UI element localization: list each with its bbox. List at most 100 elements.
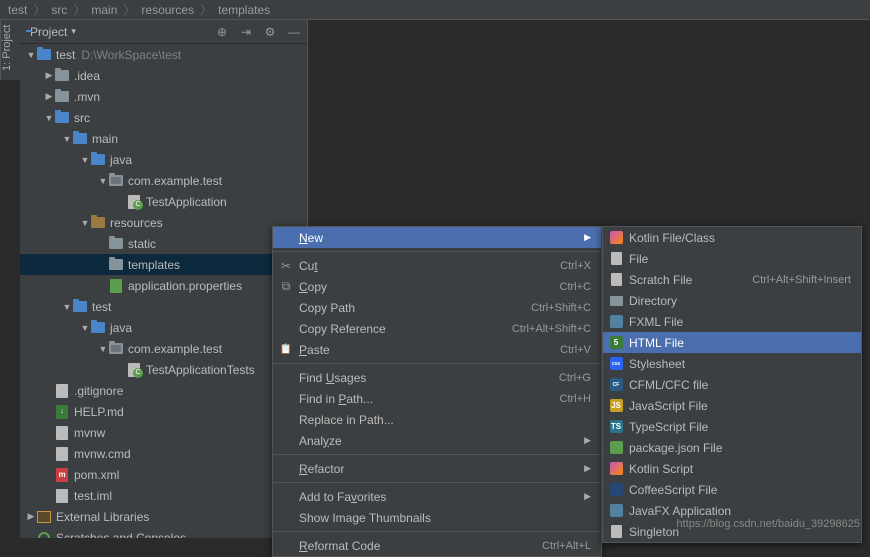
menu-item[interactable]: Kotlin File/Class — [603, 227, 861, 248]
js-icon — [609, 399, 623, 413]
menu-item[interactable]: ⧉CopyCtrl+C — [273, 276, 601, 297]
tree-row[interactable]: TestApplication — [20, 191, 307, 212]
tree-row[interactable]: static — [20, 233, 307, 254]
tree-row[interactable]: ▼resources — [20, 212, 307, 233]
tree-row[interactable]: ▶ .mvn — [20, 86, 307, 107]
file-icon — [609, 252, 623, 266]
disclosure-icon[interactable]: ▶ — [44, 70, 54, 81]
dir-icon — [609, 294, 623, 308]
tree-row[interactable]: ▼com.example.test — [20, 170, 307, 191]
menu-item[interactable]: Copy PathCtrl+Shift+C — [273, 297, 601, 318]
disclosure-icon[interactable]: ▼ — [44, 113, 54, 123]
tree-row[interactable]: application.properties — [20, 275, 307, 296]
tree-row[interactable]: ▼ src — [20, 107, 307, 128]
hide-icon[interactable]: — — [287, 25, 301, 39]
project-tool-tab[interactable]: 1: Project — [0, 20, 20, 80]
tree-row[interactable]: ▶External Libraries — [20, 506, 307, 527]
tree-row[interactable]: ▼java — [20, 317, 307, 338]
tree-row[interactable]: mvnw.cmd — [20, 443, 307, 464]
project-tree[interactable]: ▼testD:\WorkSpace\test▶.idea▶.mvn▼src▼ma… — [20, 44, 307, 538]
menu-item[interactable]: CFML/CFC file — [603, 374, 861, 395]
kotlin-icon — [609, 231, 623, 245]
menu-item[interactable]: Scratch FileCtrl+Alt+Shift+Insert — [603, 269, 861, 290]
menu-item[interactable]: JavaScript File — [603, 395, 861, 416]
tree-label: TestApplicationTests — [146, 363, 255, 377]
menu-item[interactable]: New▶ — [273, 227, 601, 248]
menu-item[interactable]: TypeScript File — [603, 416, 861, 437]
breadcrumb-item[interactable]: main — [91, 3, 117, 17]
menu-item[interactable]: Copy ReferenceCtrl+Alt+Shift+C — [273, 318, 601, 339]
disclosure-icon[interactable]: ▼ — [98, 176, 108, 186]
git-file-icon — [54, 383, 70, 399]
copy-icon: ⧉ — [279, 280, 293, 294]
menu-item[interactable]: Directory — [603, 290, 861, 311]
tree-row[interactable]: ▼testD:\WorkSpace\test — [20, 44, 307, 65]
tree-row[interactable]: mvnw — [20, 422, 307, 443]
menu-item[interactable]: Stylesheet — [603, 353, 861, 374]
tree-row[interactable]: test.iml — [20, 485, 307, 506]
tree-row[interactable]: ▼com.example.test — [20, 338, 307, 359]
menu-item[interactable]: Reformat CodeCtrl+Alt+L — [273, 535, 601, 556]
props-file-icon — [108, 278, 124, 294]
tree-row[interactable]: ▼ main — [20, 128, 307, 149]
menu-item[interactable]: CoffeeScript File — [603, 479, 861, 500]
dropdown-icon[interactable]: ▾ — [71, 26, 76, 37]
ts-icon — [609, 420, 623, 434]
disclosure-icon[interactable]: ▶ — [26, 511, 36, 522]
breadcrumb[interactable]: test〉 src〉 main〉 resources〉 templates — [0, 0, 870, 20]
m-file-icon — [54, 467, 70, 483]
gear-icon[interactable]: ⚙ — [263, 25, 277, 39]
context-menu[interactable]: New▶ ✂CutCtrl+X⧉CopyCtrl+CCopy PathCtrl+S… — [272, 226, 602, 557]
breadcrumb-item[interactable]: test — [8, 3, 27, 17]
disclosure-icon[interactable]: ▼ — [98, 344, 108, 354]
tree-row[interactable]: TestApplicationTests — [20, 359, 307, 380]
submenu-arrow-icon: ▶ — [584, 435, 591, 446]
collapse-icon[interactable]: ⇥ — [239, 25, 253, 39]
tree-row[interactable]: ↓HELP.md — [20, 401, 307, 422]
menu-item[interactable]: Show Image Thumbnails — [273, 507, 601, 528]
project-panel-header: Project ▾ ⊕ ⇥ ⚙ — — [20, 20, 307, 44]
menu-item[interactable]: Refactor▶ — [273, 458, 601, 479]
tree-label: HELP.md — [74, 405, 124, 419]
submenu-arrow-icon: ▶ — [584, 491, 591, 502]
folder-blue-icon — [36, 47, 52, 63]
menu-item[interactable]: File — [603, 248, 861, 269]
disclosure-icon[interactable]: ▼ — [80, 155, 90, 165]
tree-label: src — [74, 111, 90, 125]
menu-item[interactable]: package.json File — [603, 437, 861, 458]
menu-item[interactable]: Find in Path...Ctrl+H — [273, 388, 601, 409]
folder-pkg-icon — [108, 341, 124, 357]
disclosure-icon[interactable]: ▼ — [80, 218, 90, 228]
disclosure-icon[interactable]: ▼ — [80, 323, 90, 333]
menu-item[interactable]: Add to Favorites▶ — [273, 486, 601, 507]
breadcrumb-item[interactable]: resources — [141, 3, 194, 17]
tree-row[interactable]: .gitignore — [20, 380, 307, 401]
pkgjson-icon — [609, 441, 623, 455]
disclosure-icon[interactable]: ▼ — [62, 134, 72, 144]
tree-label: main — [92, 132, 118, 146]
menu-item[interactable]: 📋PasteCtrl+V — [273, 339, 601, 360]
tree-row[interactable]: templates — [20, 254, 307, 275]
tree-row[interactable]: Scratches and Consoles — [20, 527, 307, 538]
menu-item[interactable]: Analyze▶ — [273, 430, 601, 451]
disclosure-icon[interactable]: ▼ — [26, 50, 36, 60]
tree-row[interactable]: pom.xml — [20, 464, 307, 485]
menu-item[interactable]: Replace in Path... — [273, 409, 601, 430]
tree-row[interactable]: ▼test — [20, 296, 307, 317]
menu-item[interactable]: Find UsagesCtrl+G — [273, 367, 601, 388]
disclosure-icon[interactable]: ▼ — [62, 302, 72, 312]
menu-item[interactable]: HTML File — [603, 332, 861, 353]
tree-label: TestApplication — [146, 195, 227, 209]
disclosure-icon[interactable]: ▶ — [44, 91, 54, 102]
tree-row[interactable]: ▶.idea — [20, 65, 307, 86]
tree-label: .mvn — [74, 90, 100, 104]
tree-row[interactable]: ▼java — [20, 149, 307, 170]
breadcrumb-item[interactable]: src — [51, 3, 67, 17]
breadcrumb-item[interactable]: templates — [218, 3, 270, 17]
menu-item[interactable]: ✂CutCtrl+X — [273, 255, 601, 276]
menu-item[interactable]: FXML File — [603, 311, 861, 332]
menu-item[interactable]: Kotlin Script — [603, 458, 861, 479]
new-submenu[interactable]: Kotlin File/ClassFileScratch FileCtrl+Al… — [602, 226, 862, 543]
locate-icon[interactable]: ⊕ — [215, 25, 229, 39]
lib-icon — [36, 509, 52, 525]
